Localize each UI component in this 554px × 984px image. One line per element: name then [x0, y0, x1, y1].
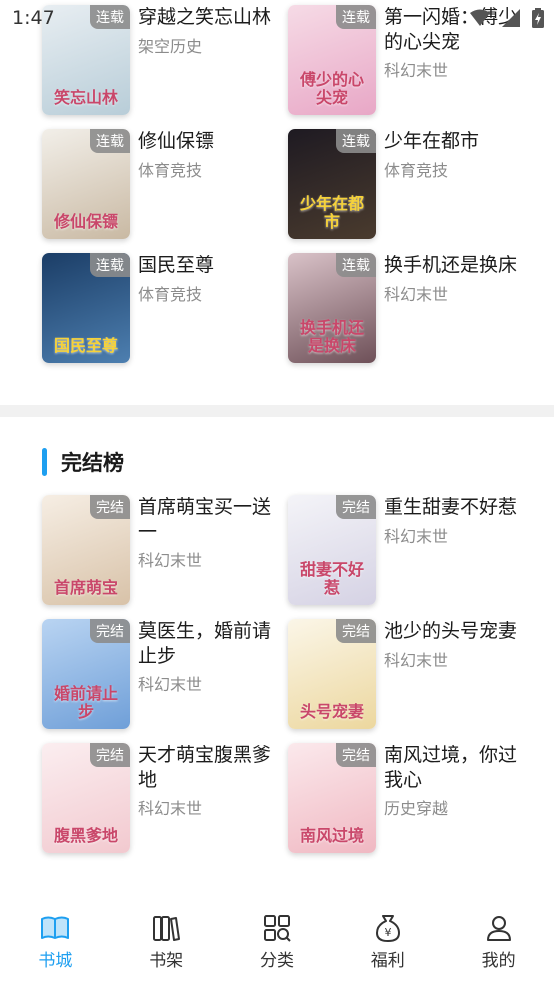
section-divider	[0, 405, 554, 417]
money-bag-icon: ¥	[375, 915, 400, 942]
status-badge: 完结	[90, 495, 130, 519]
book-title[interactable]: 莫医生，婚前请止步	[138, 619, 283, 669]
book-title[interactable]: 少年在都市	[384, 129, 529, 154]
status-badge: 完结	[90, 619, 130, 643]
book-category: 体育竞技	[138, 161, 203, 180]
status-badge: 连载	[336, 253, 376, 277]
book-category: 架空历史	[138, 37, 203, 56]
cover-title-art: 少年在都市	[299, 194, 364, 231]
book-title[interactable]: 首席萌宝买一送一	[138, 495, 283, 545]
tab-label: 分类	[259, 951, 294, 971]
person-icon	[486, 916, 511, 941]
tab-label: 书城	[38, 951, 73, 971]
book-card[interactable]: 傅少的心尖宠 连载 第一闪婚：傅少的心尖宠科幻末世	[288, 5, 538, 117]
status-badge: 完结	[336, 743, 376, 767]
tab-label: 福利	[370, 951, 405, 971]
book-cover[interactable]: 腹黑爹地 完结	[42, 743, 130, 853]
book-title[interactable]: 穿越之笑忘山林	[138, 5, 283, 30]
cover-title-art: 甜妻不好惹	[299, 560, 364, 597]
section-title: 完结榜	[61, 451, 124, 475]
section-accent-bar	[42, 448, 47, 476]
tab-bookshelf[interactable]: 书架	[111, 900, 222, 984]
book-card[interactable]: 南风过境 完结 南风过境，你过我心历史穿越	[288, 743, 538, 855]
book-title[interactable]: 池少的头号宠妻	[384, 619, 529, 644]
book-cover[interactable]: 修仙保镖 连载	[42, 129, 130, 239]
cover-title-art: 国民至尊	[53, 336, 118, 355]
book-title[interactable]: 天才萌宝腹黑爹地	[138, 743, 283, 793]
book-cover[interactable]: 少年在都市 连载	[288, 129, 376, 239]
book-card[interactable]: 头号宠妻 完结 池少的头号宠妻科幻末世	[288, 619, 538, 731]
book-card[interactable]: 国民至尊 连载 国民至尊 体育竞技	[42, 253, 292, 365]
status-badge: 连载	[90, 129, 130, 153]
book-card[interactable]: 甜妻不好惹 完结 重生甜妻不好惹科幻末世	[288, 495, 538, 607]
bookshelf-icon	[153, 916, 181, 941]
book-category: 科幻末世	[138, 799, 203, 818]
book-open-icon	[41, 916, 70, 939]
book-cover[interactable]: 婚前请止步 完结	[42, 619, 130, 729]
tab-bookstore[interactable]: 书城	[0, 900, 111, 984]
book-title[interactable]: 第一闪婚：傅少的心尖宠	[384, 5, 529, 55]
book-category: 科幻末世	[384, 651, 449, 670]
status-badge: 连载	[90, 5, 130, 29]
book-card[interactable]: 换手机还是换床 连载 换手机还是换床 科幻末世	[288, 253, 538, 365]
book-cover[interactable]: 南风过境 完结	[288, 743, 376, 853]
book-cover[interactable]: 首席萌宝 完结	[42, 495, 130, 605]
book-card[interactable]: 修仙保镖 连载 修仙保镖 体育竞技	[42, 129, 292, 241]
status-badge: 完结	[90, 743, 130, 767]
status-badge: 连载	[90, 253, 130, 277]
book-cover[interactable]: 甜妻不好惹 完结	[288, 495, 376, 605]
book-category: 历史穿越	[384, 799, 449, 818]
tab-label: 书架	[149, 951, 184, 971]
cover-title-art: 修仙保镖	[53, 212, 118, 231]
book-category: 科幻末世	[384, 527, 449, 546]
book-card[interactable]: 腹黑爹地 完结 天才萌宝腹黑爹地科幻末世	[42, 743, 292, 855]
status-badge: 连载	[336, 129, 376, 153]
tab-mine[interactable]: 我的	[443, 900, 554, 984]
cover-title-art: 婚前请止步	[53, 684, 118, 721]
tab-label: 我的	[481, 951, 516, 971]
book-title[interactable]: 重生甜妻不好惹	[384, 495, 529, 520]
book-title[interactable]: 南风过境，你过我心	[384, 743, 529, 793]
book-cover[interactable]: 傅少的心尖宠 连载	[288, 5, 376, 115]
book-category: 体育竞技	[138, 285, 203, 304]
book-card[interactable]: 笑忘山林 连载 穿越之笑忘山林架空历史	[42, 5, 292, 117]
cover-title-art: 笑忘山林	[53, 88, 118, 107]
category-search-icon	[263, 915, 291, 942]
finished-ranking-header: 完结榜	[42, 447, 124, 477]
bottom-tab-bar: 书城 书架 分类 ¥ 福利 我的	[0, 900, 554, 984]
status-badge: 连载	[336, 5, 376, 29]
cover-title-art: 傅少的心尖宠	[299, 70, 364, 107]
cover-title-art: 头号宠妻	[299, 702, 364, 721]
status-badge: 完结	[336, 619, 376, 643]
book-cover[interactable]: 笑忘山林 连载	[42, 5, 130, 115]
book-title[interactable]: 国民至尊	[138, 253, 283, 278]
book-card[interactable]: 婚前请止步 完结 莫医生，婚前请止步科幻末世	[42, 619, 292, 731]
book-category: 体育竞技	[384, 161, 449, 180]
tab-category[interactable]: 分类	[222, 900, 333, 984]
book-category: 科幻末世	[384, 285, 449, 304]
book-category: 科幻末世	[138, 675, 203, 694]
status-badge: 完结	[336, 495, 376, 519]
cover-title-art: 首席萌宝	[53, 578, 118, 597]
tab-welfare[interactable]: ¥ 福利	[332, 900, 443, 984]
book-card[interactable]: 少年在都市 连载 少年在都市 体育竞技	[288, 129, 538, 241]
book-category: 科幻末世	[384, 61, 449, 80]
book-title[interactable]: 换手机还是换床	[384, 253, 529, 278]
cover-title-art: 腹黑爹地	[53, 826, 118, 845]
book-category: 科幻末世	[138, 551, 203, 570]
book-cover[interactable]: 换手机还是换床 连载	[288, 253, 376, 363]
book-cover[interactable]: 国民至尊 连载	[42, 253, 130, 363]
svg-text:¥: ¥	[384, 926, 391, 939]
cover-title-art: 南风过境	[299, 826, 364, 845]
book-card[interactable]: 首席萌宝 完结 首席萌宝买一送一科幻末世	[42, 495, 292, 607]
cover-title-art: 换手机还是换床	[299, 318, 364, 355]
book-cover[interactable]: 头号宠妻 完结	[288, 619, 376, 729]
book-title[interactable]: 修仙保镖	[138, 129, 283, 154]
